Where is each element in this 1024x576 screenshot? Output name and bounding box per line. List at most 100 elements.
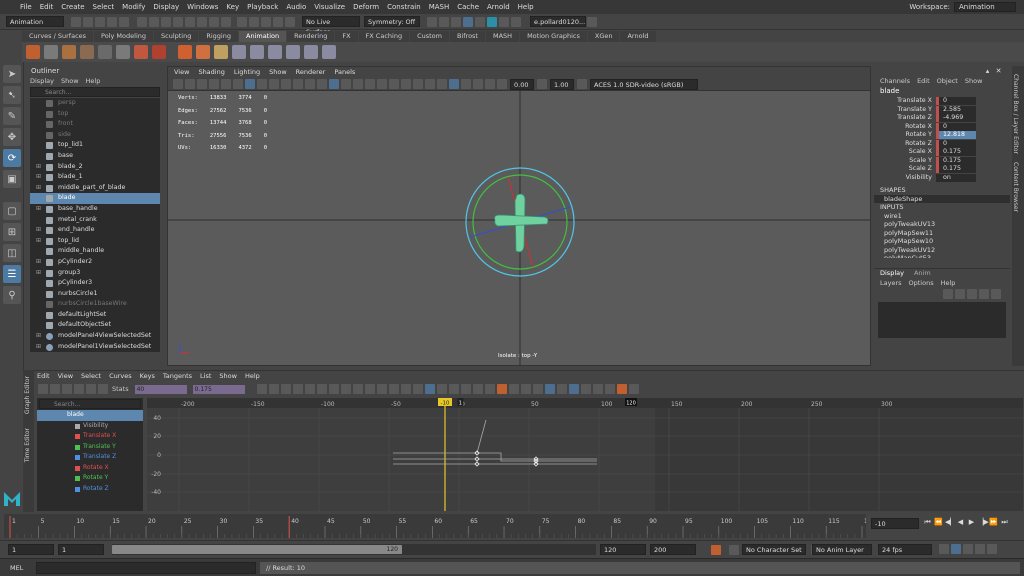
light-editor-icon[interactable] (499, 16, 509, 27)
step-forward-key-icon[interactable]: ⏩ (989, 518, 998, 527)
motion-blur-icon[interactable] (413, 79, 423, 89)
menu-modify[interactable]: Modify (122, 3, 145, 11)
outliner-item[interactable]: ⊞ group3 (30, 268, 160, 279)
channel-menu-show[interactable]: Show (965, 77, 983, 85)
gate-mask-icon[interactable] (281, 79, 291, 89)
menu-file[interactable]: File (20, 3, 32, 11)
select-face-icon[interactable] (197, 16, 207, 27)
shelf-play-icon[interactable] (26, 45, 40, 59)
character-set-dropdown[interactable]: No Character Set (742, 544, 806, 555)
outliner-item[interactable]: ⊞ blade_1 (30, 172, 160, 183)
render-settings-icon[interactable] (463, 16, 473, 27)
outliner-menu-show[interactable]: Show (61, 77, 79, 85)
outliner-item[interactable]: defaultLightSet (30, 310, 160, 321)
input-node[interactable]: wire1 (874, 212, 1010, 221)
view-transform-dropdown[interactable]: ACES 1.0 SDR-video (sRGB) (590, 78, 698, 90)
outliner-item[interactable]: nurbsCircle1 (30, 289, 160, 300)
post-infinity-icon[interactable] (472, 384, 483, 394)
step-back-frame-icon[interactable]: ◀▏ (945, 518, 956, 527)
graph-search-input[interactable]: Search... (39, 399, 141, 409)
textured-icon[interactable] (365, 79, 375, 89)
grid-icon[interactable] (245, 79, 255, 89)
outliner-item[interactable]: blade (30, 193, 160, 204)
redo-icon[interactable] (119, 16, 129, 27)
break-tangents-icon[interactable] (376, 384, 387, 394)
ghost-curve-icon[interactable] (604, 384, 615, 394)
use-all-lights-icon[interactable] (377, 79, 387, 89)
camera-attributes-icon[interactable] (185, 79, 195, 89)
graph-channel-item[interactable]: Rotate X (37, 463, 143, 474)
channel-menu-channels[interactable]: Channels (880, 77, 910, 85)
channel-rotate-x[interactable]: Rotate X 0 (874, 122, 1010, 132)
select-object-icon[interactable] (149, 16, 159, 27)
viewport-panel[interactable]: View Shading Lighting Show Renderer Panels 0.… (167, 66, 871, 366)
channel-value-field[interactable]: 0 (936, 139, 976, 148)
wireframe-on-shaded-icon[interactable] (353, 79, 363, 89)
menu-set-dropdown[interactable]: Animation (6, 16, 64, 27)
character-set-icon[interactable] (729, 545, 739, 555)
play-forwards-icon[interactable]: ▶ (967, 518, 976, 527)
time-slider-ruler[interactable]: 1 5 10 15 20 25 30 35 40 45 50 55 60 65 70 75 80 85 90 95 10… (4, 514, 866, 538)
graph-channel-item[interactable]: blade (37, 410, 143, 421)
channel-box-close-icon[interactable]: ✕ (994, 67, 1003, 76)
xray-icon[interactable] (461, 79, 471, 89)
retime-tool-icon[interactable] (98, 384, 108, 394)
graph-editor-tab[interactable]: Graph Editor (24, 376, 31, 414)
expand-icon[interactable]: ⊞ (36, 236, 41, 247)
outliner-item[interactable]: side (30, 130, 160, 141)
select-hierarchy-icon[interactable] (137, 16, 147, 27)
channel-rotate-y[interactable]: Rotate Y 12.818 (874, 131, 1010, 140)
field-chart-icon[interactable] (293, 79, 303, 89)
select-camera-icon[interactable] (173, 79, 183, 89)
shelf-constraint-point-icon[interactable] (232, 45, 246, 59)
channel-rotate-z[interactable]: Rotate Z 0 (874, 139, 1010, 149)
select-edge-icon[interactable] (185, 16, 195, 27)
rotate-tool-icon[interactable]: ⟳ (3, 149, 21, 167)
layer-menu-layers[interactable]: Layers (880, 279, 902, 287)
shelf-tab-curves-surfaces[interactable]: Curves / Surfaces (22, 31, 94, 42)
viewport-menu-panels[interactable]: Panels (334, 67, 355, 78)
trax-editor-icon[interactable] (508, 384, 519, 394)
range-slider[interactable]: 120 (112, 544, 596, 555)
open-scene-icon[interactable] (83, 16, 93, 27)
move-layer-down-icon[interactable] (979, 288, 989, 299)
fps-dropdown[interactable]: 24 fps (878, 544, 932, 555)
shelf-tab-custom[interactable]: Custom (410, 31, 449, 42)
menu-arnold[interactable]: Arnold (487, 3, 510, 11)
shelf-tab-fx[interactable]: FX (335, 31, 358, 42)
channel-menu-edit[interactable]: Edit (917, 77, 930, 85)
script-language-label[interactable]: MEL (10, 564, 32, 572)
viewport-menu-show[interactable]: Show (269, 67, 287, 78)
add-key-icon[interactable] (62, 384, 72, 394)
stats-time-field[interactable]: 40 (134, 384, 187, 394)
anim-curve[interactable] (393, 452, 597, 462)
shelf-tab-bifrost[interactable]: Bifrost (449, 31, 485, 42)
shelf-constraint-pole-icon[interactable] (322, 45, 336, 59)
pre-infinity-icon[interactable] (460, 384, 471, 394)
shelf-tab-animation[interactable]: Animation (239, 31, 287, 42)
two-view-layout-icon[interactable]: ◫ (3, 244, 21, 262)
layer-menu-help[interactable]: Help (941, 279, 956, 287)
select-vertex-icon[interactable] (173, 16, 183, 27)
outliner-item[interactable]: nurbsCircle1baseWire (30, 299, 160, 310)
blade-mesh[interactable] (494, 193, 549, 253)
shelf-pose-icon[interactable] (116, 45, 130, 59)
lasso-tool-icon[interactable]: ➷ (3, 86, 21, 104)
frame-all-icon[interactable] (256, 384, 267, 394)
tangent-flat-icon[interactable] (340, 384, 351, 394)
outliner-item[interactable]: ⊞ modelPanel1ViewSelectedSet (30, 342, 160, 352)
current-time-field[interactable]: -10 (871, 518, 919, 529)
graph-channel-item[interactable]: Translate Y (37, 442, 143, 453)
channel-translate-z[interactable]: Translate Z -4.969 (874, 114, 1010, 123)
tangent-clamped-icon[interactable] (316, 384, 327, 394)
outliner-item[interactable]: front (30, 119, 160, 130)
shelf-constraint-scale-icon[interactable] (268, 45, 282, 59)
lock-tangent-weight-icon[interactable] (412, 384, 423, 394)
cache-playback-icon[interactable] (963, 544, 973, 554)
input-node[interactable]: polyTweakUV13 (874, 220, 1010, 229)
exposure-field[interactable]: 0.00 (510, 78, 534, 90)
wireframe-icon[interactable] (317, 79, 327, 89)
shelf-tab-sculpting[interactable]: Sculpting (154, 31, 199, 42)
render-view-icon[interactable] (487, 16, 497, 27)
expand-icon[interactable]: ⊞ (36, 331, 41, 342)
